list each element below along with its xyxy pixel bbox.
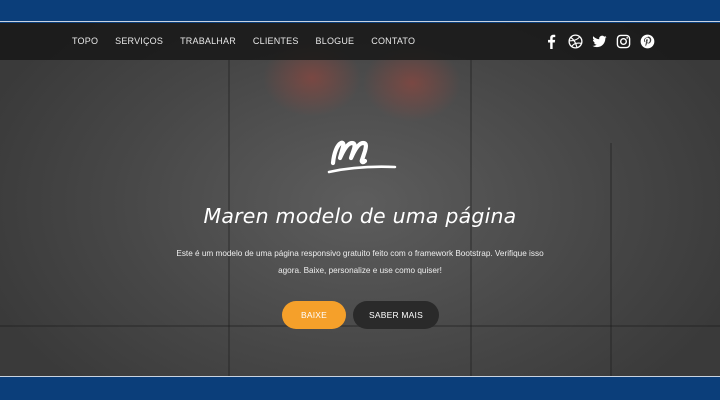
window-frame-bottom <box>0 376 720 400</box>
nav-menu: TOPO SERVIÇOS TRABALHAR CLIENTES BLOGUE … <box>72 23 432 60</box>
nav-link-blogue[interactable]: BLOGUE <box>316 23 355 60</box>
top-navbar: TOPO SERVIÇOS TRABALHAR CLIENTES BLOGUE … <box>0 23 720 60</box>
nav-link-trabalhar[interactable]: TRABALHAR <box>180 23 236 60</box>
pinterest-icon[interactable] <box>638 32 656 50</box>
twitter-icon[interactable] <box>590 32 608 50</box>
hero-description-line-1: Este é um modelo de uma página responsiv… <box>176 249 544 258</box>
background-tile-line <box>610 143 612 376</box>
window-frame-top <box>0 0 720 22</box>
hero-section: TOPO SERVIÇOS TRABALHAR CLIENTES BLOGUE … <box>0 23 720 376</box>
facebook-icon[interactable] <box>542 32 560 50</box>
nav-link-contato[interactable]: CONTATO <box>371 23 415 60</box>
maren-logo <box>327 140 397 174</box>
learn-more-button[interactable]: SABER MAIS <box>353 301 439 329</box>
dribbble-icon[interactable] <box>566 32 584 50</box>
download-button[interactable]: BAIXE <box>282 301 346 329</box>
social-links <box>536 32 656 50</box>
hero-description: Este é um modelo de uma página responsiv… <box>165 245 555 279</box>
nav-link-topo[interactable]: TOPO <box>72 23 98 60</box>
hero-title: Maren modelo de uma página <box>203 204 517 228</box>
hero-description-line-2: agora. Baixe, personalize e use como qui… <box>278 266 442 275</box>
nav-link-clientes[interactable]: CLIENTES <box>253 23 299 60</box>
instagram-icon[interactable] <box>614 32 632 50</box>
nav-link-servicos[interactable]: SERVIÇOS <box>115 23 163 60</box>
